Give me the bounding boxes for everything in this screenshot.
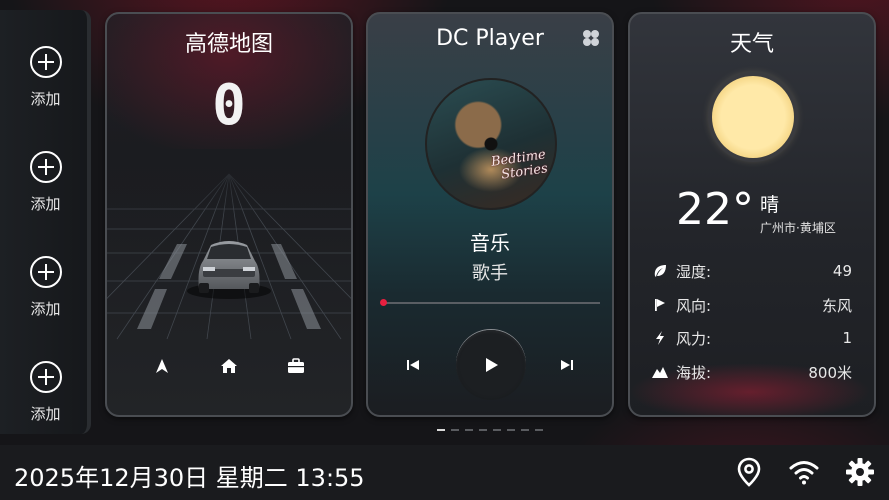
humidity-value: 49 (832, 262, 852, 280)
dock-add-label: 添加 (30, 405, 61, 423)
map-widget-card[interactable]: 高德地图 0 (105, 12, 353, 417)
altitude-row: 海拔: 800米 (652, 361, 852, 383)
status-bar: 2025年12月30日 星期二 13:55 (0, 445, 889, 500)
page-dot[interactable] (479, 429, 487, 431)
dock-add-button-2[interactable]: 添加 (0, 127, 91, 217)
dock-add-label: 添加 (30, 300, 61, 318)
altitude-label: 海拔: (676, 363, 712, 382)
wind-direction-label: 风向: (676, 296, 712, 315)
navigate-arrow-icon[interactable] (150, 354, 174, 378)
dock-add-label: 添加 (30, 195, 61, 213)
page-indicator (437, 429, 543, 431)
humidity-label: 湿度: (676, 262, 712, 281)
plus-circle-icon (29, 361, 62, 393)
play-button[interactable] (456, 330, 526, 400)
playback-controls (368, 330, 612, 400)
home-icon[interactable] (217, 354, 241, 378)
weather-card-title: 天气 (729, 32, 774, 57)
sunny-weather-icon (712, 76, 794, 158)
flag-icon (652, 297, 668, 313)
road-scene-illustration (107, 149, 351, 349)
work-briefcase-icon[interactable] (284, 354, 308, 378)
leaf-icon (652, 263, 668, 279)
weather-widget-card[interactable]: 天气 22° 晴 广州市·黄埔区 湿度: 49 风向: 东风 风力: 1 海拔:… (628, 12, 876, 417)
playback-progress-knob[interactable] (380, 299, 387, 306)
map-shortcuts (107, 354, 351, 378)
page-dot[interactable] (493, 429, 501, 431)
app-dock: 添加 添加 添加 添加 (0, 10, 91, 434)
page-dot[interactable] (451, 429, 459, 431)
wifi-icon[interactable] (789, 457, 819, 487)
weather-condition: 晴 (760, 194, 780, 216)
album-cover-art: Bedtime Stories (425, 78, 557, 210)
mountain-icon (652, 364, 668, 380)
plus-circle-icon (29, 151, 62, 183)
song-title: 音乐 (470, 231, 510, 255)
previous-track-icon[interactable] (404, 356, 422, 374)
song-artist: 歌手 (472, 263, 508, 284)
temperature-value: 22° (676, 184, 754, 235)
location-pin-icon[interactable] (734, 457, 764, 487)
date-time-readout: 2025年12月30日 星期二 13:55 (14, 464, 365, 492)
dock-add-label: 添加 (30, 90, 61, 108)
page-dot[interactable] (465, 429, 473, 431)
humidity-row: 湿度: 49 (652, 260, 852, 282)
speed-readout: 0 (212, 73, 246, 138)
weather-location: 广州市·黄埔区 (760, 221, 836, 235)
page-dot[interactable] (437, 429, 445, 431)
dock-add-button-3[interactable]: 添加 (0, 232, 91, 322)
wind-force-label: 风力: (676, 329, 712, 348)
lightning-icon (652, 330, 668, 346)
dock-add-button-4[interactable]: 添加 (0, 337, 91, 427)
wind-force-value: 1 (842, 329, 852, 347)
play-icon (486, 358, 498, 372)
player-card-title: DC Player (436, 26, 544, 51)
wind-direction-value: 东风 (821, 296, 852, 315)
map-card-title: 高德地图 (184, 32, 273, 57)
page-dot[interactable] (521, 429, 529, 431)
altitude-value: 800米 (808, 363, 852, 382)
plus-circle-icon (29, 46, 62, 78)
music-player-card[interactable]: DC Player Bedtime Stories 音乐 歌手 (366, 12, 614, 417)
page-dot[interactable] (535, 429, 543, 431)
album-cover-text: Bedtime Stories (490, 147, 548, 183)
settings-gear-icon[interactable] (845, 457, 875, 487)
dock-add-button-1[interactable]: 添加 (0, 22, 91, 112)
playback-progress-track[interactable] (382, 302, 600, 304)
wind-direction-row: 风向: 东风 (652, 294, 852, 316)
page-dot[interactable] (507, 429, 515, 431)
next-track-icon[interactable] (558, 356, 576, 374)
wind-force-row: 风力: 1 (652, 327, 852, 349)
fan-menu-icon[interactable] (582, 29, 600, 47)
plus-circle-icon (29, 256, 62, 288)
